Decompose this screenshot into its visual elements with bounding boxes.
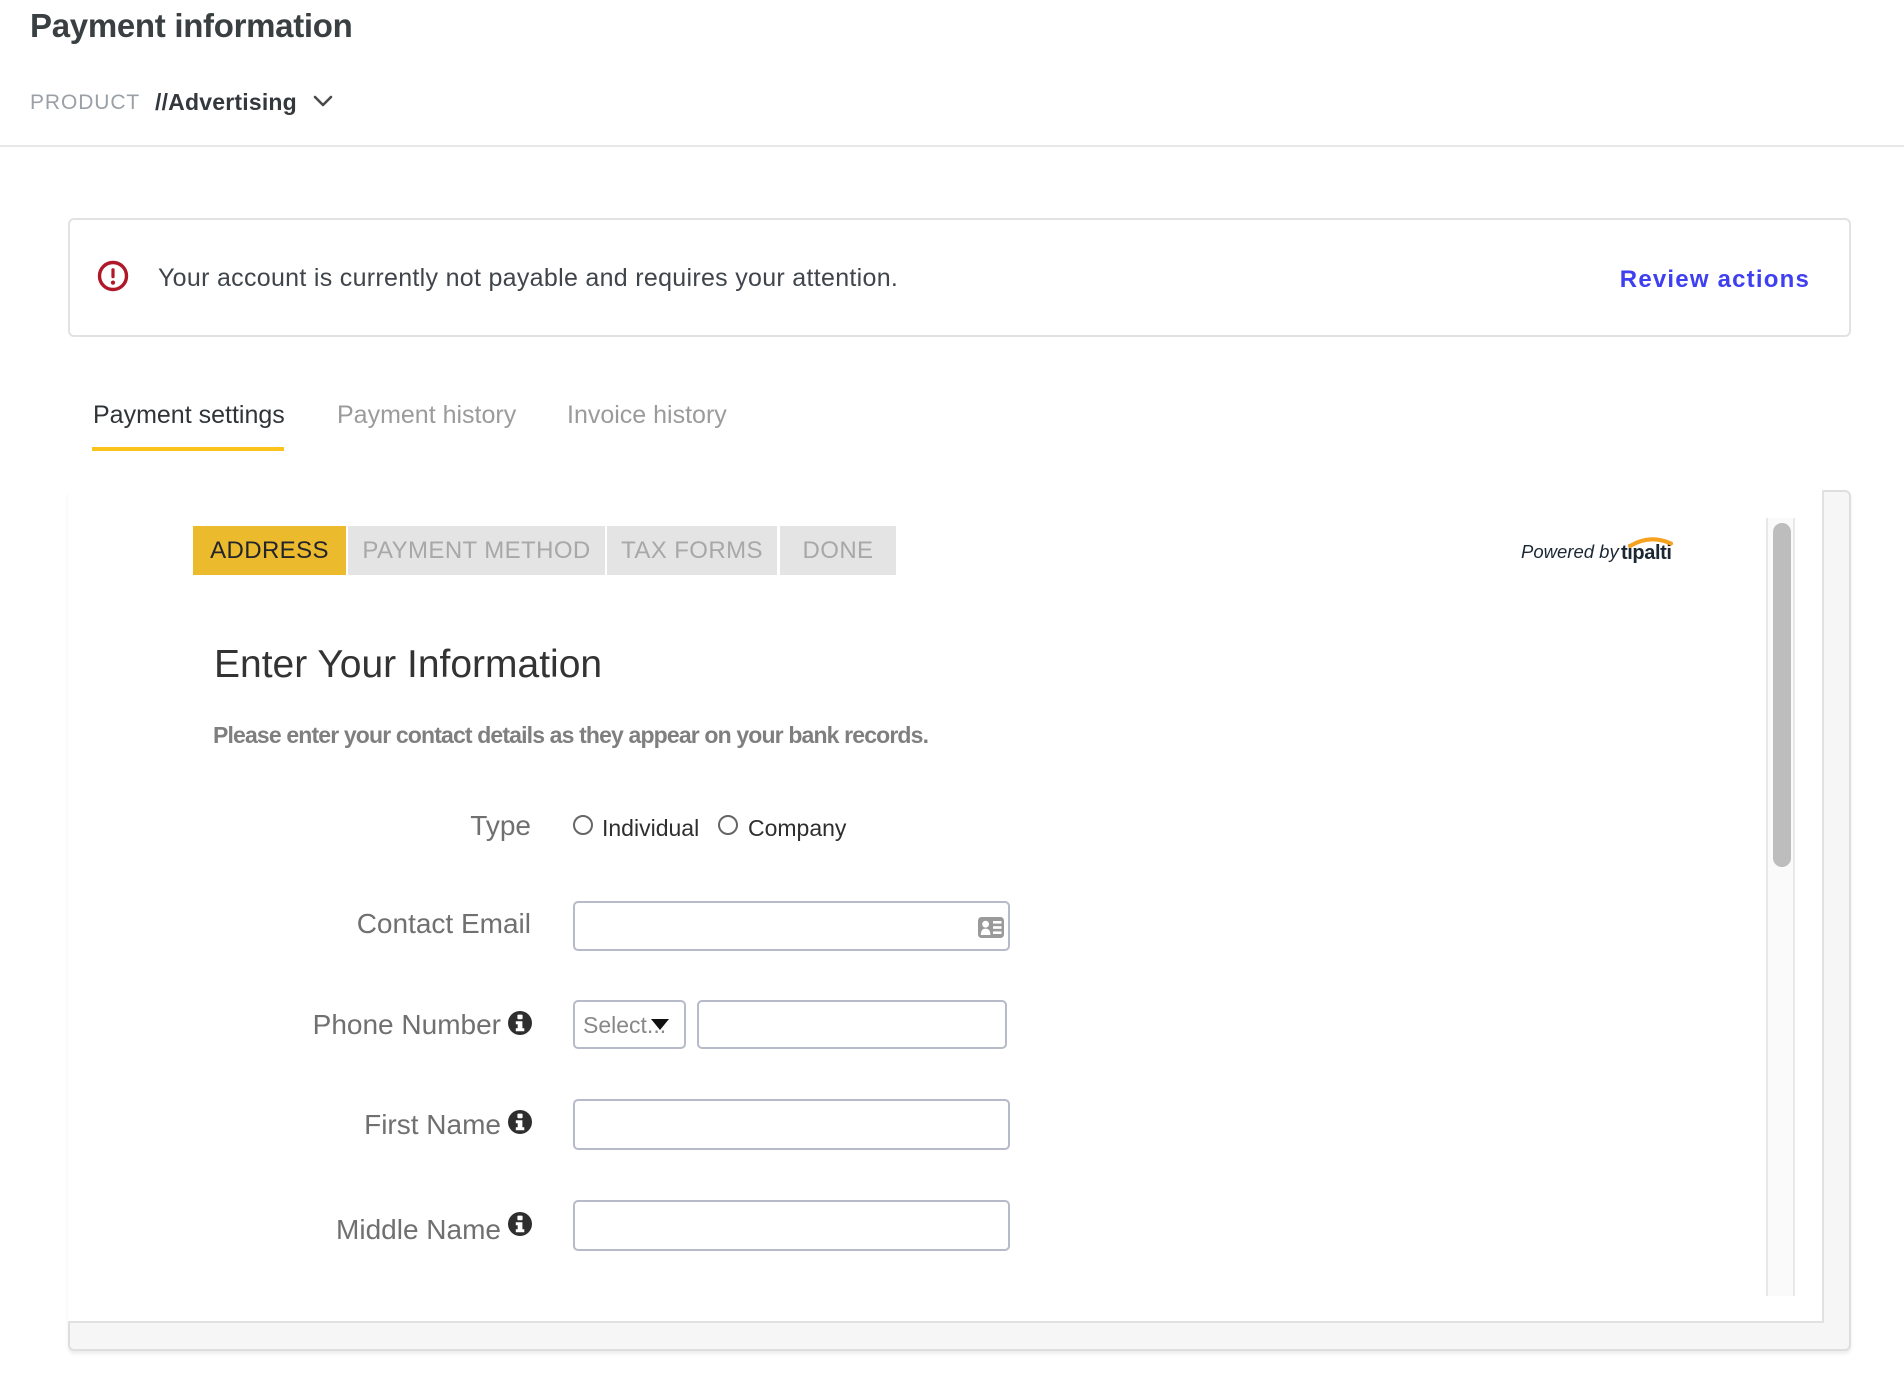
svg-text:Powered by: Powered by — [1521, 541, 1620, 562]
